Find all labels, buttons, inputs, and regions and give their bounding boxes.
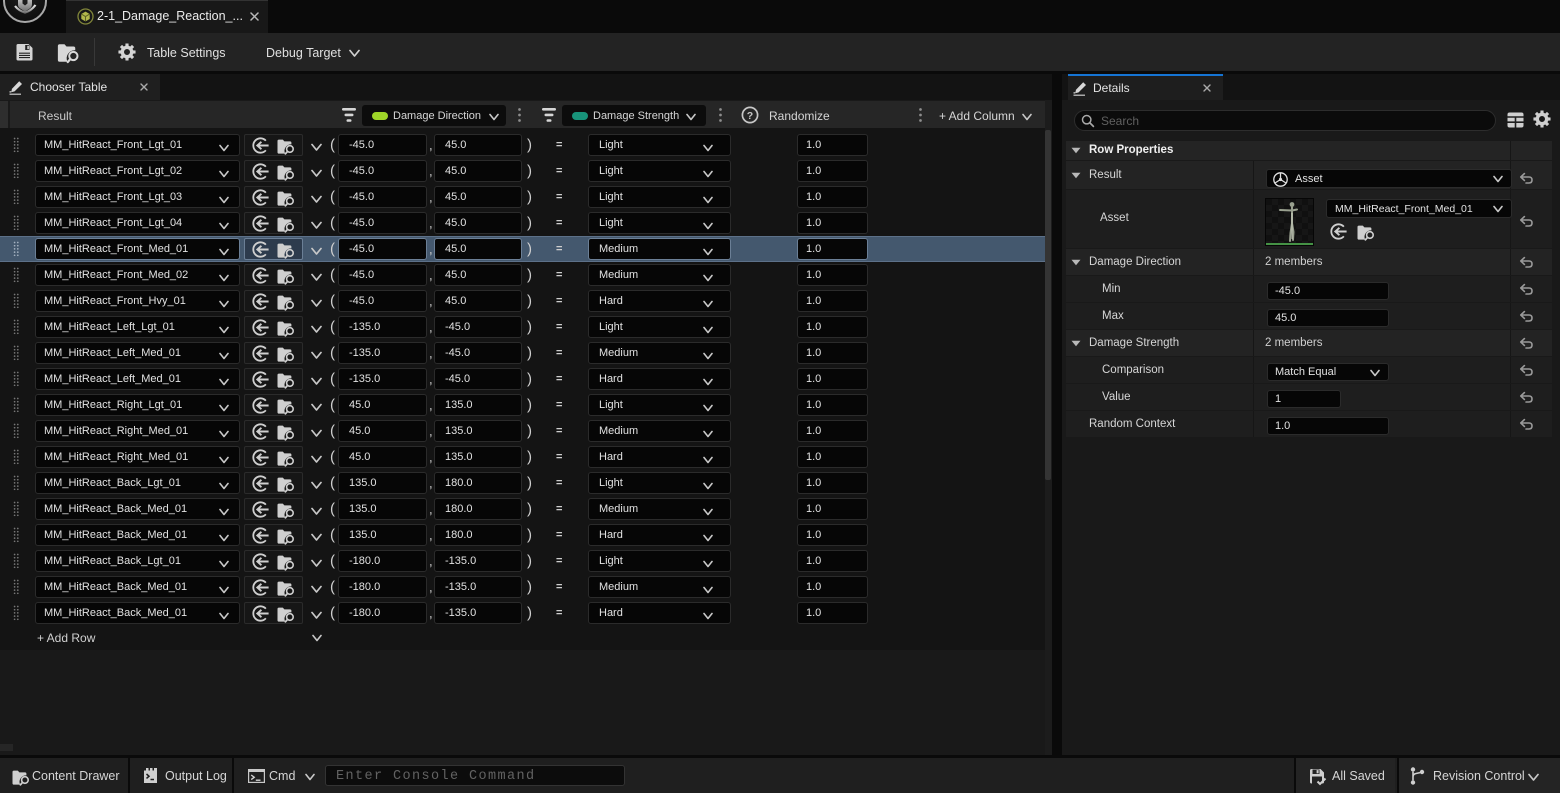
svg-text:?: ?: [747, 110, 753, 122]
